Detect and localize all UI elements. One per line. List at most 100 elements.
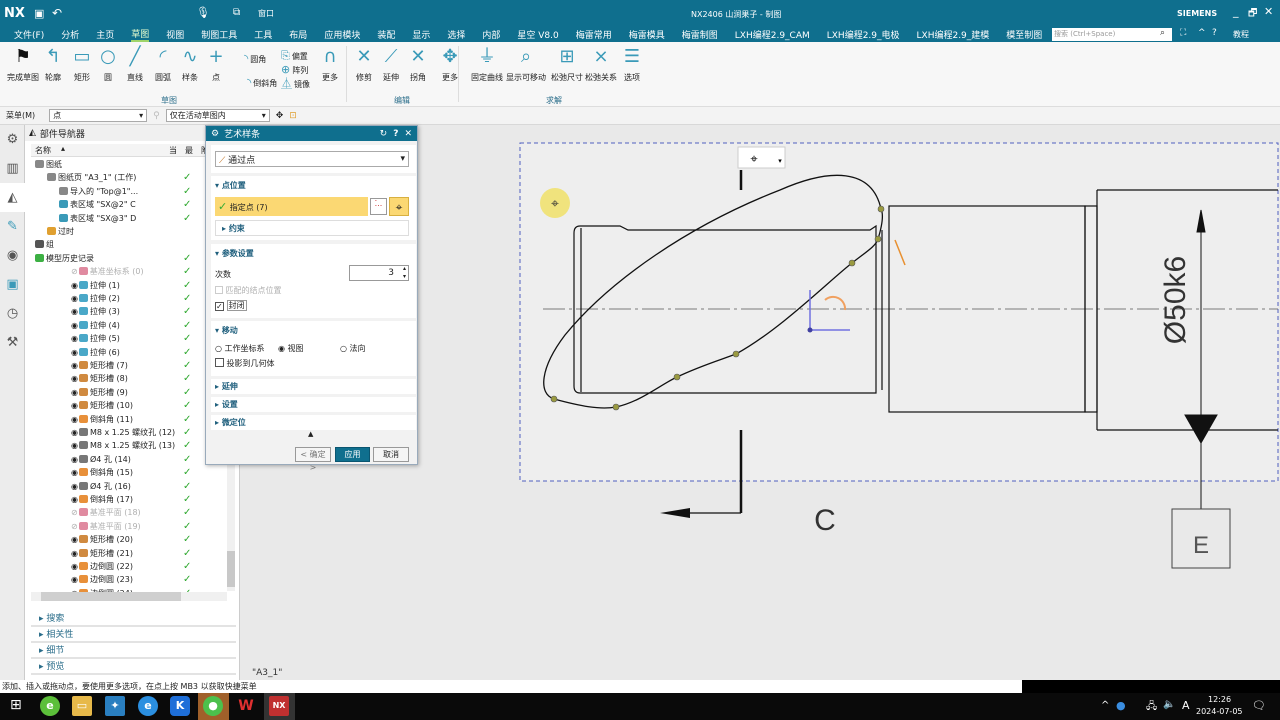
menu-item[interactable]: 视图 xyxy=(166,28,184,41)
close-icon[interactable]: ✕ xyxy=(404,129,412,139)
snap-icon[interactable]: ✥ xyxy=(276,111,284,121)
help-icon[interactable]: ? xyxy=(1212,28,1217,38)
reset-icon[interactable]: ↻ xyxy=(380,129,388,139)
point-section-toggle[interactable]: ▾ 点位置 xyxy=(215,180,246,191)
ribbon-button[interactable]: + 点 xyxy=(196,46,236,83)
minimize-button[interactable]: _ xyxy=(1233,5,1239,18)
spline-point[interactable] xyxy=(612,403,620,411)
ie-browser-icon[interactable]: e xyxy=(138,696,158,716)
params-section-toggle[interactable]: ▾ 参数设置 xyxy=(215,248,254,259)
spinner-icon[interactable]: ▴ ▾ xyxy=(403,265,406,281)
ribbon-button[interactable]: ⌕ 显示可移动 xyxy=(506,46,546,83)
column-latest[interactable]: 最 xyxy=(185,145,193,156)
filter-icon[interactable]: ⚲ xyxy=(153,111,160,121)
tray-browser-icon[interactable]: ● xyxy=(1116,699,1126,712)
column-current[interactable]: 当 xyxy=(169,145,177,156)
constraint-toggle[interactable]: ▸ 约束 xyxy=(215,220,409,236)
visibility-eye-icon[interactable]: ◉ xyxy=(71,482,78,491)
menu-item[interactable]: LXH编程2.9_电极 xyxy=(827,28,900,41)
collapse-up-icon[interactable]: ▲ xyxy=(308,430,313,438)
nx-taskbar-button[interactable]: NX xyxy=(264,693,295,720)
visibility-eye-icon[interactable]: ⊘ xyxy=(71,508,78,517)
visibility-eye-icon[interactable]: ◉ xyxy=(71,361,78,370)
menu-item[interactable]: 内部 xyxy=(482,28,500,41)
tree-node[interactable]: ◉ 拉伸 (5) ✓ xyxy=(31,332,229,345)
roles-icon[interactable]: ◉ xyxy=(0,241,25,270)
tree-node[interactable]: 过时 xyxy=(31,225,229,238)
visibility-eye-icon[interactable]: ◉ xyxy=(71,575,78,584)
tree-node[interactable]: 图纸 xyxy=(31,158,229,171)
menu-item[interactable]: 文件(F) xyxy=(14,28,44,41)
cancel-button[interactable]: 取消 xyxy=(373,447,409,462)
visibility-eye-icon[interactable]: ◉ xyxy=(71,562,78,571)
part-navigator-icon[interactable]: ◭ xyxy=(0,183,25,212)
k-app-icon[interactable]: K xyxy=(170,696,190,716)
help-icon[interactable]: ? xyxy=(393,129,398,139)
tree-node[interactable]: ◉ 倒斜角 (15) ✓ xyxy=(31,466,229,479)
search-icon[interactable]: ⌕ xyxy=(1160,28,1165,38)
clock-time[interactable]: 12:26 xyxy=(1208,695,1231,704)
ribbon-button[interactable]: ◝ 圆角 xyxy=(244,48,284,70)
tree-node[interactable]: ◉ 矩形槽 (8) ✓ xyxy=(31,372,229,385)
tree-node[interactable]: 导入的 "Top@1"... ✓ xyxy=(31,185,229,198)
collapse-ribbon-icon[interactable]: ^ xyxy=(1198,28,1206,38)
point-snap-icon[interactable]: ⊡ xyxy=(289,111,297,121)
menu-item[interactable]: 星空 V8.0 xyxy=(517,28,558,41)
notification-icon[interactable]: 🗨 xyxy=(1252,699,1266,712)
browser-360-icon[interactable]: e xyxy=(40,696,60,716)
command-search-input[interactable]: 搜索 (Ctrl+Space) xyxy=(1052,28,1172,41)
tools-icon[interactable]: ⚒ xyxy=(0,328,25,357)
column-name[interactable]: 名称 xyxy=(35,145,51,156)
settings-toggle[interactable]: ▸ 设置 xyxy=(211,397,416,412)
menu-item[interactable]: 梅雷模具 xyxy=(629,28,665,41)
menu-item[interactable]: 模至制图 xyxy=(1006,28,1042,41)
undo-icon[interactable]: ↶ xyxy=(52,6,62,20)
close-button[interactable]: ✕ xyxy=(1264,5,1273,18)
type-filter-select[interactable]: 点 ▾ xyxy=(49,109,148,122)
project-checkbox[interactable]: 投影到几何体 xyxy=(215,358,275,369)
menu-button[interactable]: 菜单(M) xyxy=(6,110,35,121)
spline-point[interactable] xyxy=(550,395,558,403)
tree-node[interactable]: ◉ 矩形槽 (10) ✓ xyxy=(31,399,229,412)
tree-node[interactable]: 组 xyxy=(31,238,229,251)
fine-position-toggle[interactable]: ▸ 微定位 xyxy=(211,415,416,430)
menu-item[interactable]: 应用模块 xyxy=(324,28,360,41)
navigator-panel-toggle[interactable]: ▸ 搜索 xyxy=(31,612,236,627)
visibility-eye-icon[interactable]: ◉ xyxy=(71,334,78,343)
tree-node[interactable]: 图纸页 "A3_1" (工作) ✓ xyxy=(31,171,229,184)
scope-select[interactable]: 仅在活动草图内 ▾ xyxy=(165,109,270,122)
tree-node[interactable]: ◉ 矩形槽 (20) ✓ xyxy=(31,533,229,546)
tutorial-link[interactable]: 教程 xyxy=(1233,29,1249,40)
visibility-eye-icon[interactable]: ◉ xyxy=(71,441,78,450)
visibility-eye-icon[interactable]: ◉ xyxy=(71,294,78,303)
visibility-eye-icon[interactable]: ◉ xyxy=(71,401,78,410)
visibility-eye-icon[interactable]: ◉ xyxy=(71,415,78,424)
network-icon[interactable]: 🖧 xyxy=(1146,699,1157,716)
tree-node[interactable]: ◉ 拉伸 (6) ✓ xyxy=(31,346,229,359)
extend-toggle[interactable]: ▸ 延伸 xyxy=(211,379,416,394)
tree-node[interactable]: ⊘ 基准坐标系 (0) ✓ xyxy=(31,265,229,278)
chevron-down-icon[interactable]: ▾ xyxy=(778,157,782,165)
specify-point-row[interactable]: ✓ 指定点 (7) xyxy=(215,197,368,216)
radio-wcs[interactable]: ○ 工作坐标系 xyxy=(215,343,265,354)
navigator-panel-toggle[interactable]: ▸ 预览 xyxy=(31,660,236,675)
navigator-panel-toggle[interactable]: ▸ 相关性 xyxy=(31,628,236,643)
wps-icon[interactable]: W xyxy=(236,696,256,716)
visibility-eye-icon[interactable]: ◉ xyxy=(71,428,78,437)
assembly-navigator-icon[interactable]: ▥ xyxy=(0,154,25,183)
menu-item[interactable]: LXH编程2.9_CAM xyxy=(735,28,810,41)
ime-indicator[interactable]: A xyxy=(1182,699,1190,712)
tree-node[interactable]: ◉ 拉伸 (1) ✓ xyxy=(31,279,229,292)
visibility-eye-icon[interactable]: ◉ xyxy=(71,468,78,477)
visibility-eye-icon[interactable]: ◉ xyxy=(71,455,78,464)
spline-point[interactable] xyxy=(673,373,681,381)
tree-node[interactable]: ◉ Ø4 孔 (16) ✓ xyxy=(31,480,229,493)
menu-item[interactable]: 分析 xyxy=(61,28,79,41)
visibility-eye-icon[interactable]: ◉ xyxy=(71,549,78,558)
dimension-text[interactable]: Ø50k6 xyxy=(1159,256,1192,344)
section-label[interactable]: C xyxy=(814,504,836,537)
tree-node[interactable]: ◉ 拉伸 (3) ✓ xyxy=(31,305,229,318)
tree-node[interactable]: ◉ 边倒圆 (23) ✓ xyxy=(31,573,229,586)
apply-button[interactable]: 应用 xyxy=(335,447,370,462)
menu-item[interactable]: 梅雷制图 xyxy=(682,28,718,41)
